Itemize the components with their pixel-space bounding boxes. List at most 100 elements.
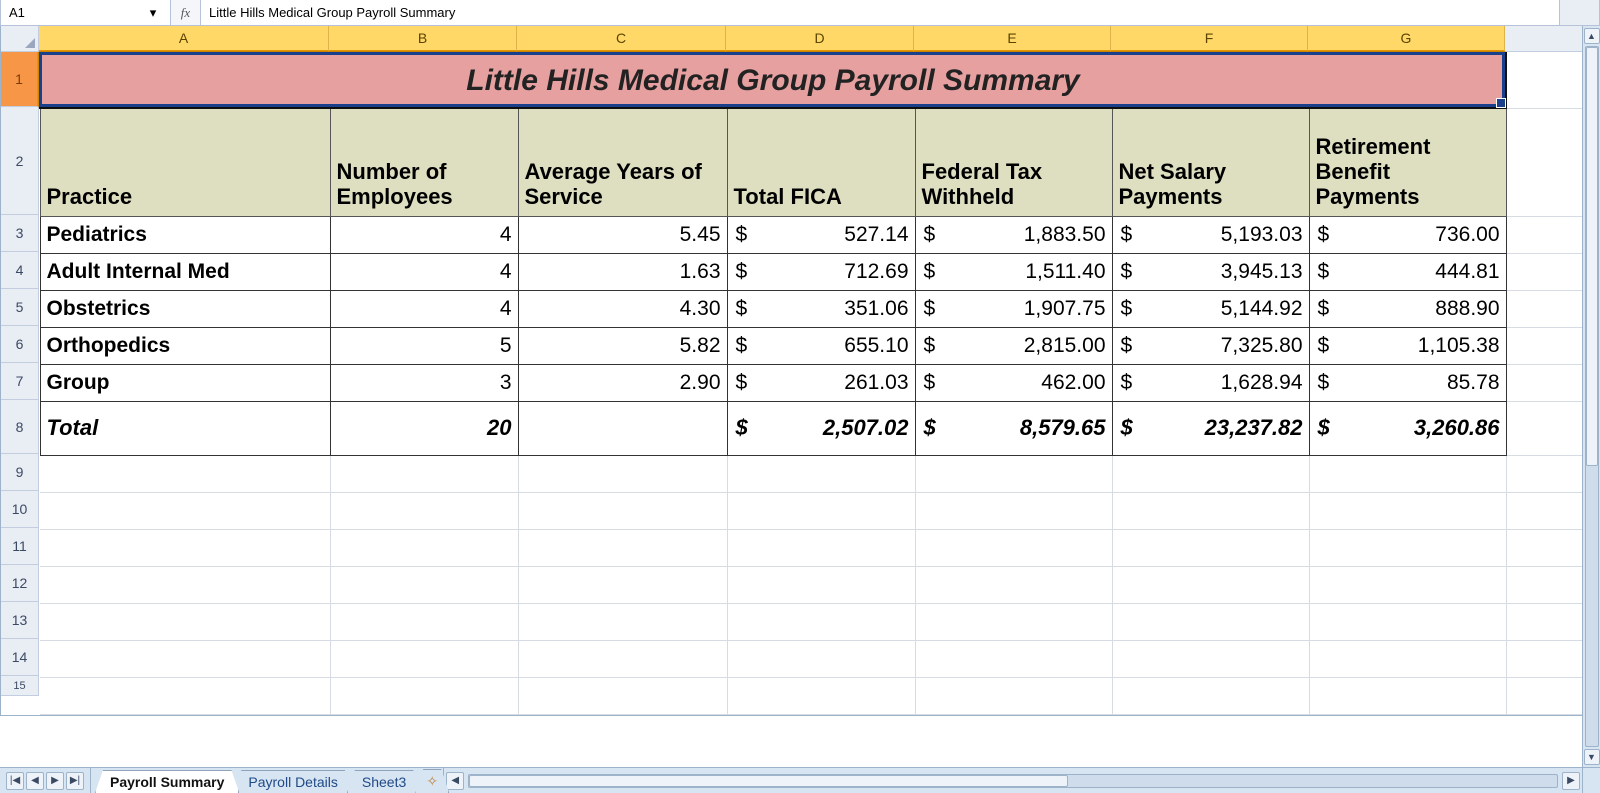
row-header-10[interactable]: 10 xyxy=(1,491,39,528)
row-header-15[interactable]: 15 xyxy=(1,676,39,696)
cell-ret[interactable]: $1,105.38 xyxy=(1309,327,1506,364)
cell-empty[interactable] xyxy=(727,640,915,677)
cell-empty[interactable] xyxy=(1309,455,1506,492)
tab-nav-last[interactable]: ▶| xyxy=(66,772,84,790)
col-header-G[interactable]: G xyxy=(1308,26,1505,52)
hscroll-track[interactable] xyxy=(468,774,1558,788)
cell-avg[interactable]: 5.45 xyxy=(518,216,727,253)
vscroll-track[interactable] xyxy=(1585,46,1599,747)
row-header-7[interactable]: 7 xyxy=(1,363,39,400)
cell-empty[interactable] xyxy=(40,640,330,677)
cell-practice[interactable]: Adult Internal Med xyxy=(40,253,330,290)
total-avg[interactable] xyxy=(518,401,727,455)
cell-fed[interactable]: $1,883.50 xyxy=(915,216,1112,253)
cell-empty[interactable] xyxy=(40,529,330,566)
row-header-9[interactable]: 9 xyxy=(1,454,39,491)
cell-practice[interactable]: Pediatrics xyxy=(40,216,330,253)
cell-fed[interactable]: $462.00 xyxy=(915,364,1112,401)
cell-fed[interactable]: $1,511.40 xyxy=(915,253,1112,290)
cell-fica[interactable]: $712.69 xyxy=(727,253,915,290)
cell-empty[interactable] xyxy=(40,492,330,529)
horizontal-scrollbar[interactable]: ◀ ▶ xyxy=(443,768,1582,793)
tab-nav-next[interactable]: ▶ xyxy=(46,772,64,790)
cell-empty[interactable] xyxy=(915,529,1112,566)
cell-ret[interactable]: $85.78 xyxy=(1309,364,1506,401)
cell-empty[interactable] xyxy=(1112,492,1309,529)
col-header-E[interactable]: E xyxy=(914,26,1111,52)
row-header-6[interactable]: 6 xyxy=(1,326,39,363)
cell-empty[interactable] xyxy=(330,492,518,529)
cell-empty[interactable] xyxy=(727,492,915,529)
cell-empty[interactable] xyxy=(330,566,518,603)
cell-empty[interactable] xyxy=(330,455,518,492)
cell-net[interactable]: $5,193.03 xyxy=(1112,216,1309,253)
cell-fed[interactable]: $2,815.00 xyxy=(915,327,1112,364)
cell-empty[interactable] xyxy=(1112,455,1309,492)
cell-empty[interactable] xyxy=(40,603,330,640)
cells-area[interactable]: Little Hills Medical Group Payroll Summa… xyxy=(39,52,1599,715)
tab-nav-prev[interactable]: ◀ xyxy=(26,772,44,790)
total-fed[interactable]: $8,579.65 xyxy=(915,401,1112,455)
header-fed-tax[interactable]: Federal Tax Withheld xyxy=(915,108,1112,216)
col-header-B[interactable]: B xyxy=(329,26,517,52)
cell-avg[interactable]: 5.82 xyxy=(518,327,727,364)
row-header-11[interactable]: 11 xyxy=(1,528,39,565)
row-header-12[interactable]: 12 xyxy=(1,565,39,602)
cell-empty[interactable] xyxy=(1112,603,1309,640)
row-header-8[interactable]: 8 xyxy=(1,400,39,454)
cell-empty[interactable] xyxy=(330,640,518,677)
cell-avg[interactable]: 2.90 xyxy=(518,364,727,401)
cell-empty[interactable] xyxy=(1112,677,1309,714)
header-num-employees[interactable]: Number of Employees xyxy=(330,108,518,216)
cell-avg[interactable]: 4.30 xyxy=(518,290,727,327)
name-box[interactable]: A1 ▾ xyxy=(1,0,171,25)
cell-empty[interactable] xyxy=(330,529,518,566)
scroll-down-button[interactable]: ▼ xyxy=(1584,749,1600,765)
cell-empty[interactable] xyxy=(915,455,1112,492)
cell-empty[interactable] xyxy=(518,566,727,603)
cell-practice[interactable]: Obstetrics xyxy=(40,290,330,327)
cell-num[interactable]: 5 xyxy=(330,327,518,364)
cell-fica[interactable]: $261.03 xyxy=(727,364,915,401)
cell-empty[interactable] xyxy=(915,640,1112,677)
tab-payroll-details[interactable]: Payroll Details xyxy=(233,770,352,793)
cell-empty[interactable] xyxy=(727,677,915,714)
col-header-A[interactable]: A xyxy=(39,26,329,52)
insert-function-button[interactable]: fx xyxy=(171,0,201,25)
cell-num[interactable]: 4 xyxy=(330,290,518,327)
row-header-4[interactable]: 4 xyxy=(1,252,39,289)
formula-input[interactable]: Little Hills Medical Group Payroll Summa… xyxy=(201,0,1559,25)
tab-payroll-summary[interactable]: Payroll Summary xyxy=(95,770,239,793)
formula-bar-expand[interactable] xyxy=(1559,0,1599,25)
cell-avg[interactable]: 1.63 xyxy=(518,253,727,290)
cell-ret[interactable]: $888.90 xyxy=(1309,290,1506,327)
total-net[interactable]: $23,237.82 xyxy=(1112,401,1309,455)
cell-ret[interactable]: $736.00 xyxy=(1309,216,1506,253)
row-header-13[interactable]: 13 xyxy=(1,602,39,639)
cell-empty[interactable] xyxy=(727,603,915,640)
cell-empty[interactable] xyxy=(1309,677,1506,714)
cell-net[interactable]: $5,144.92 xyxy=(1112,290,1309,327)
cell-num[interactable]: 4 xyxy=(330,216,518,253)
header-practice[interactable]: Practice xyxy=(40,108,330,216)
col-header-F[interactable]: F xyxy=(1111,26,1308,52)
col-header-D[interactable]: D xyxy=(726,26,914,52)
cell-fed[interactable]: $1,907.75 xyxy=(915,290,1112,327)
scroll-up-button[interactable]: ▲ xyxy=(1584,28,1600,44)
cell-empty[interactable] xyxy=(518,603,727,640)
cell-empty[interactable] xyxy=(1309,603,1506,640)
cell-empty[interactable] xyxy=(1309,529,1506,566)
cell-empty[interactable] xyxy=(518,455,727,492)
cell-ret[interactable]: $444.81 xyxy=(1309,253,1506,290)
name-box-dropdown-icon[interactable]: ▾ xyxy=(144,4,162,22)
cell-empty[interactable] xyxy=(518,640,727,677)
total-num[interactable]: 20 xyxy=(330,401,518,455)
vertical-scrollbar[interactable]: ▲ ▼ xyxy=(1582,26,1600,767)
cell-empty[interactable] xyxy=(1309,640,1506,677)
row-header-14[interactable]: 14 xyxy=(1,639,39,676)
total-ret[interactable]: $3,260.86 xyxy=(1309,401,1506,455)
cell-net[interactable]: $1,628.94 xyxy=(1112,364,1309,401)
cell-empty[interactable] xyxy=(1112,640,1309,677)
row-header-5[interactable]: 5 xyxy=(1,289,39,326)
scroll-right-button[interactable]: ▶ xyxy=(1562,772,1580,790)
